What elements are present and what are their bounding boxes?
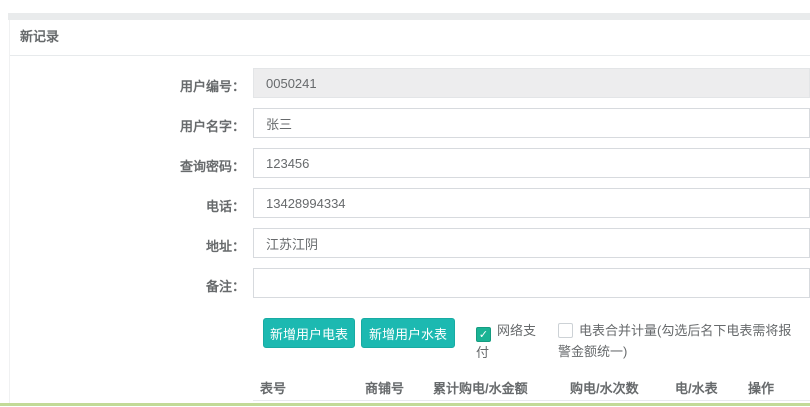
page-title: 新记录: [20, 26, 59, 45]
phone-field[interactable]: [253, 188, 810, 218]
merge-meter-checkbox[interactable]: [558, 323, 573, 338]
form-row-remark: 备注：: [0, 268, 810, 298]
title-divider: [10, 55, 810, 56]
table-header-actions: 操作: [748, 378, 774, 397]
query-password-label: 查询密码：: [0, 156, 245, 175]
query-password-field[interactable]: [253, 148, 810, 178]
form-row-phone: 电话：: [0, 188, 810, 218]
table-header-underline: [253, 400, 810, 401]
merge-meter-checkbox-group: 电表合并计量(勾选后名下电表需将报警金额统一): [558, 320, 798, 362]
table-header-purchase-count: 购电/水次数: [570, 378, 639, 397]
address-label: 地址：: [0, 236, 245, 255]
phone-label: 电话：: [0, 196, 245, 215]
table-header-shop-no: 商铺号: [365, 378, 404, 397]
user-id-field: [253, 68, 810, 98]
page-background-strip: [8, 13, 810, 20]
merge-meter-label: 电表合并计量(勾选后名下电表需将报警金额统一): [558, 323, 791, 359]
table-header-total-amount: 累计购电/水金额: [433, 378, 528, 397]
add-electric-meter-button[interactable]: 新增用户电表: [263, 318, 355, 348]
remark-field[interactable]: [253, 268, 810, 298]
address-field[interactable]: [253, 228, 810, 258]
table-header-meter-no: 表号: [260, 378, 286, 397]
form-row-user-id: 用户编号：: [0, 68, 810, 98]
check-icon: ✓: [479, 329, 488, 341]
user-name-field[interactable]: [253, 108, 810, 138]
form-row-user-name: 用户名字：: [0, 108, 810, 138]
form-row-query-password: 查询密码：: [0, 148, 810, 178]
remark-label: 备注：: [0, 276, 245, 295]
network-pay-checkbox[interactable]: ✓: [476, 327, 491, 342]
table-header-meter-type: 电/水表: [675, 378, 718, 397]
form-row-address: 地址：: [0, 228, 810, 258]
network-pay-checkbox-group: ✓网络支付: [476, 320, 542, 363]
user-id-label: 用户编号：: [0, 76, 245, 95]
user-name-label: 用户名字：: [0, 116, 245, 135]
add-water-meter-button[interactable]: 新增用户水表: [361, 318, 455, 348]
bottom-panel-border: [0, 403, 810, 406]
